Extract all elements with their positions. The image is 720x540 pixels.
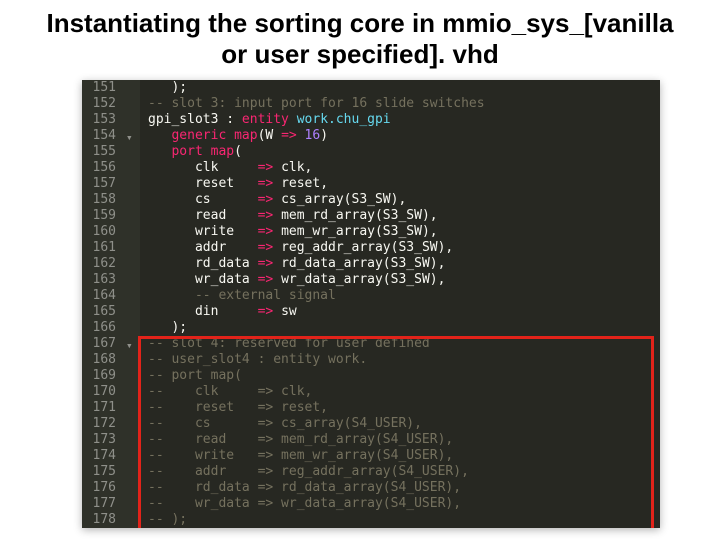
line-number: 157 <box>86 176 116 192</box>
fold-marker-icon[interactable]: ▾ <box>126 130 133 146</box>
line-number: 158 <box>86 192 116 208</box>
line-number: 153 <box>86 112 116 128</box>
line-number: 156 <box>86 160 116 176</box>
code-line[interactable]: -- wr_data => wr_data_array(S4_USER), <box>148 496 660 512</box>
line-number: 166 <box>86 320 116 336</box>
code-line[interactable]: -- external signal <box>148 288 660 304</box>
code-line[interactable]: gpi_slot3 : entity work.chu_gpi <box>148 112 660 128</box>
code-line[interactable]: write => mem_wr_array(S3_SW), <box>148 224 660 240</box>
code-area[interactable]: );-- slot 3: input port for 16 slide swi… <box>140 80 660 528</box>
line-number: 151 <box>86 80 116 96</box>
line-number: 152 <box>86 96 116 112</box>
line-number-gutter: 1511521531541551561571581591601611621631… <box>82 80 124 528</box>
line-number: 176 <box>86 480 116 496</box>
code-line[interactable]: generic map(W => 16) <box>148 128 660 144</box>
code-line[interactable]: wr_data => wr_data_array(S3_SW), <box>148 272 660 288</box>
line-number: 155 <box>86 144 116 160</box>
line-number: 170 <box>86 384 116 400</box>
code-line[interactable]: -- slot 3: input port for 16 slide switc… <box>148 96 660 112</box>
line-number: 173 <box>86 432 116 448</box>
code-line[interactable]: -- user_slot4 : entity work. <box>148 352 660 368</box>
line-number: 165 <box>86 304 116 320</box>
line-number: 169 <box>86 368 116 384</box>
line-number: 161 <box>86 240 116 256</box>
line-number: 163 <box>86 272 116 288</box>
line-number: 178 <box>86 512 116 528</box>
code-line[interactable]: -- cs => cs_array(S4_USER), <box>148 416 660 432</box>
code-line[interactable]: din => sw <box>148 304 660 320</box>
code-line[interactable]: cs => cs_array(S3_SW), <box>148 192 660 208</box>
code-line[interactable]: read => mem_rd_array(S3_SW), <box>148 208 660 224</box>
fold-column: ▾▾ <box>124 80 140 528</box>
line-number: 168 <box>86 352 116 368</box>
code-line[interactable]: rd_data => rd_data_array(S3_SW), <box>148 256 660 272</box>
code-line[interactable]: port map( <box>148 144 660 160</box>
line-number: 177 <box>86 496 116 512</box>
line-number: 172 <box>86 416 116 432</box>
line-number: 171 <box>86 400 116 416</box>
code-line[interactable]: reset => reset, <box>148 176 660 192</box>
code-line[interactable]: -- port map( <box>148 368 660 384</box>
line-number: 160 <box>86 224 116 240</box>
code-editor: 1511521531541551561571581591601611621631… <box>82 80 660 528</box>
line-number: 164 <box>86 288 116 304</box>
code-line[interactable]: ); <box>148 80 660 96</box>
code-line[interactable]: -- read => mem_rd_array(S4_USER), <box>148 432 660 448</box>
line-number: 167 <box>86 336 116 352</box>
code-line[interactable]: -- slot 4: reserved for user defined <box>148 336 660 352</box>
line-number: 174 <box>86 448 116 464</box>
line-number: 154 <box>86 128 116 144</box>
line-number: 159 <box>86 208 116 224</box>
code-line[interactable]: -- ); <box>148 512 660 528</box>
code-line[interactable]: -- rd_data => rd_data_array(S4_USER), <box>148 480 660 496</box>
code-line[interactable]: addr => reg_addr_array(S3_SW), <box>148 240 660 256</box>
line-number: 162 <box>86 256 116 272</box>
code-line[interactable]: -- clk => clk, <box>148 384 660 400</box>
slide-title: Instantiating the sorting core in mmio_s… <box>0 0 720 76</box>
code-line[interactable]: ); <box>148 320 660 336</box>
code-line[interactable]: -- reset => reset, <box>148 400 660 416</box>
line-number: 175 <box>86 464 116 480</box>
fold-marker-icon[interactable]: ▾ <box>126 338 133 354</box>
code-line[interactable]: -- addr => reg_addr_array(S4_USER), <box>148 464 660 480</box>
code-line[interactable]: -- write => mem_wr_array(S4_USER), <box>148 448 660 464</box>
code-line[interactable]: clk => clk, <box>148 160 660 176</box>
